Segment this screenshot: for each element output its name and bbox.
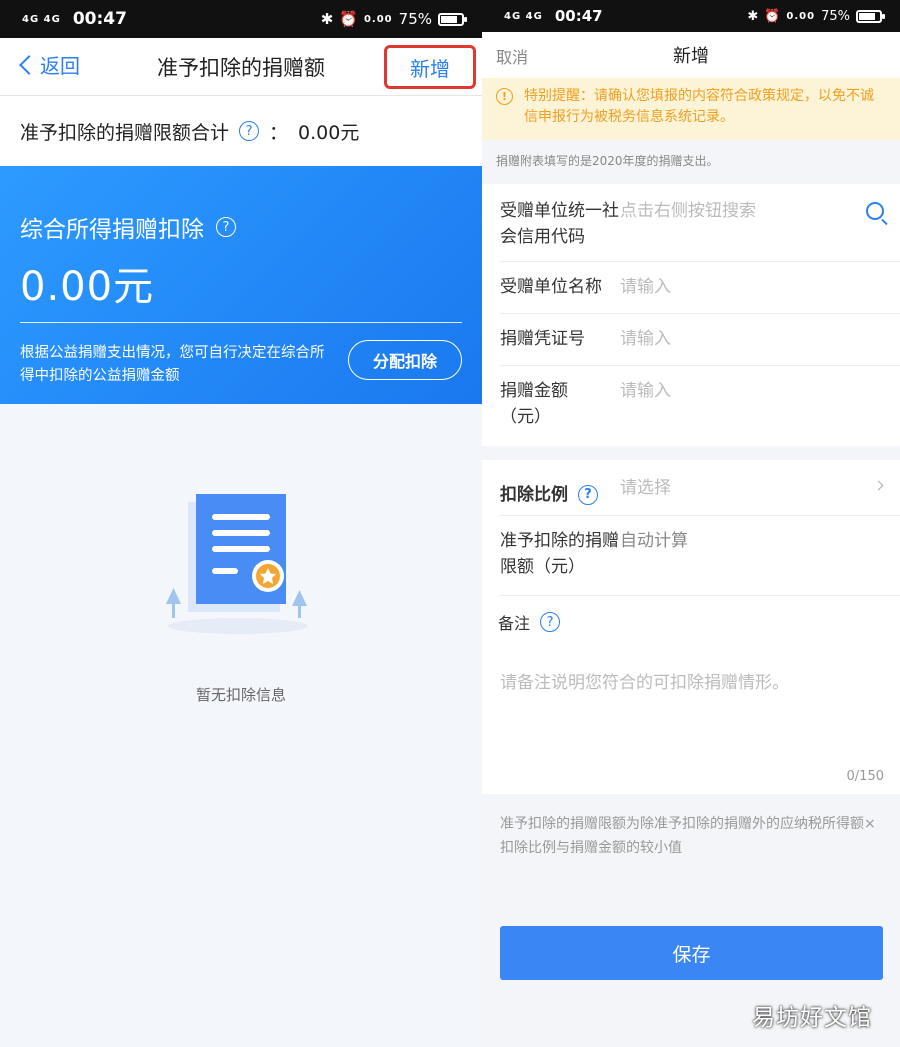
org-name-field[interactable]: 受赠单位名称 请输入 — [500, 262, 900, 314]
empty-document-icon — [166, 494, 308, 634]
card-title-text: 综合所得捐赠扣除 — [20, 217, 204, 243]
voucher-field[interactable]: 捐赠凭证号 请输入 — [500, 314, 900, 366]
remark-textarea[interactable]: 请备注说明您符合的可扣除捐赠情形。 — [498, 668, 884, 693]
net-speed: 0.00 — [786, 10, 816, 22]
total-limit-row: 准予扣除的捐赠限额合计 ? ： 0.00元 — [0, 96, 482, 166]
field-label: 扣除比例 ? — [500, 475, 620, 515]
help-icon[interactable]: ? — [239, 121, 260, 141]
battery-icon — [438, 12, 467, 26]
battery-percent: 75% — [821, 8, 850, 24]
deduction-form: 扣除比例 ? 请选择 准予扣除的捐赠限额（元） 自动计算 备注 ? 请备注说明您… — [482, 460, 900, 794]
chevron-left-icon — [19, 54, 39, 75]
card-divider — [20, 322, 462, 323]
help-icon[interactable]: ? — [540, 612, 561, 632]
field-label: 准予扣除的捐赠限额（元） — [500, 531, 619, 577]
card-description: 根据公益捐赠支出情况，您可自行决定在综合所得中扣除的公益捐赠金额 — [20, 345, 325, 384]
notice-text: 特别提醒：请确认您填报的内容符合政策规定，以免不诚信申报行为被税务信息系统记录。 — [524, 88, 874, 125]
net-speed: 0.00 — [363, 13, 393, 25]
allocate-button[interactable]: 分配扣除 — [348, 340, 462, 380]
right-screen: 4G 4G 00:47 ✱ ⏰ 0.00 75% 取消 新增 ! 特别提醒：请确… — [482, 0, 900, 1047]
org-name-input[interactable]: 请输入 — [620, 274, 900, 313]
remark-section: 备注 ? 请备注说明您符合的可扣除捐赠情形。 0/150 — [482, 596, 900, 794]
search-icon[interactable] — [866, 202, 884, 220]
nav-bar: 取消 新增 — [482, 32, 900, 78]
fill-hint: 捐赠附表填写的是2020年度的捐赠支出。 — [496, 154, 719, 168]
warning-notice: ! 特别提醒：请确认您填报的内容符合政策规定，以免不诚信申报行为被税务信息系统记… — [482, 78, 900, 140]
empty-state: 暂无扣除信息 — [0, 404, 482, 1047]
field-label: 受赠单位统一社会信用代码 — [500, 201, 619, 247]
warning-icon: ! — [496, 88, 513, 105]
field-label: 受赠单位名称 — [500, 277, 602, 297]
watermark-logo: 易坊好文馆 — [752, 1005, 872, 1031]
page-title: 新增 — [673, 46, 709, 67]
save-button[interactable]: 保存 — [500, 926, 883, 980]
limit-value: 自动计算 — [620, 531, 688, 551]
left-screen: 4G 4G 00:47 ✱ ⏰ 0.00 75% 返回 准予扣除的捐赠额 新增 … — [0, 0, 482, 1047]
limit-field: 准予扣除的捐赠限额（元） 自动计算 — [500, 516, 900, 596]
nav-bar: 返回 准予扣除的捐赠额 新增 — [0, 38, 482, 96]
alarm-icon: ⏰ — [339, 10, 358, 28]
field-label: 捐赠金额（元） — [500, 381, 568, 427]
amount-field[interactable]: 捐赠金额（元） 请输入 — [500, 366, 900, 446]
total-separator: ： — [269, 121, 289, 144]
formula-note: 准予扣除的捐赠限额为除准予扣除的捐赠外的应纳税所得额×扣除比例与捐赠金额的较小值 — [500, 816, 876, 856]
status-bar: 4G 4G 00:47 ✱ ⏰ 0.00 75% — [0, 0, 482, 38]
amount-input[interactable]: 请输入 — [610, 378, 900, 446]
char-counter: 0/150 — [846, 769, 884, 784]
bluetooth-icon: ✱ — [747, 8, 759, 24]
credit-code-input[interactable]: 点击右侧按钮搜索 — [620, 198, 900, 261]
help-icon[interactable]: ? — [216, 217, 236, 237]
field-label: 捐赠凭证号 — [500, 329, 585, 349]
voucher-input[interactable]: 请输入 — [620, 326, 900, 365]
card-title: 综合所得捐赠扣除 ? — [20, 210, 462, 244]
card-amount: 0.00元 — [20, 264, 155, 310]
add-button[interactable]: 新增 — [384, 45, 476, 89]
remark-label-text: 备注 — [498, 614, 531, 633]
signal-indicator: 4G 4G — [22, 13, 61, 25]
bluetooth-icon: ✱ — [320, 10, 334, 28]
back-label: 返回 — [40, 54, 80, 78]
status-bar: 4G 4G 00:47 ✱ ⏰ 0.00 75% — [482, 0, 900, 32]
credit-code-field[interactable]: 受赠单位统一社会信用代码 点击右侧按钮搜索 — [500, 184, 900, 262]
status-time: 00:47 — [554, 7, 603, 25]
alarm-icon: ⏰ — [764, 8, 781, 24]
signal-indicator: 4G 4G — [504, 10, 543, 22]
help-icon[interactable]: ? — [578, 485, 598, 505]
empty-text: 暂无扣除信息 — [195, 686, 286, 704]
back-button[interactable]: 返回 — [18, 50, 80, 79]
donation-form: 受赠单位统一社会信用代码 点击右侧按钮搜索 受赠单位名称 请输入 捐赠凭证号 请… — [482, 184, 900, 446]
ratio-label-text: 扣除比例 — [500, 485, 568, 505]
remark-label: 备注 ? — [498, 610, 884, 634]
battery-percent: 75% — [398, 10, 432, 28]
battery-icon — [856, 9, 885, 23]
section-gap — [482, 446, 900, 460]
cancel-button[interactable]: 取消 — [496, 44, 528, 68]
donation-card: 综合所得捐赠扣除 ? 0.00元 根据公益捐赠支出情况，您可自行决定在综合所得中… — [0, 166, 482, 404]
total-label: 准予扣除的捐赠限额合计 — [20, 121, 230, 144]
status-time: 00:47 — [72, 9, 127, 29]
total-value: 0.00元 — [298, 121, 360, 144]
ratio-select[interactable]: 请选择 — [620, 475, 900, 515]
ratio-field[interactable]: 扣除比例 ? 请选择 — [500, 460, 900, 516]
